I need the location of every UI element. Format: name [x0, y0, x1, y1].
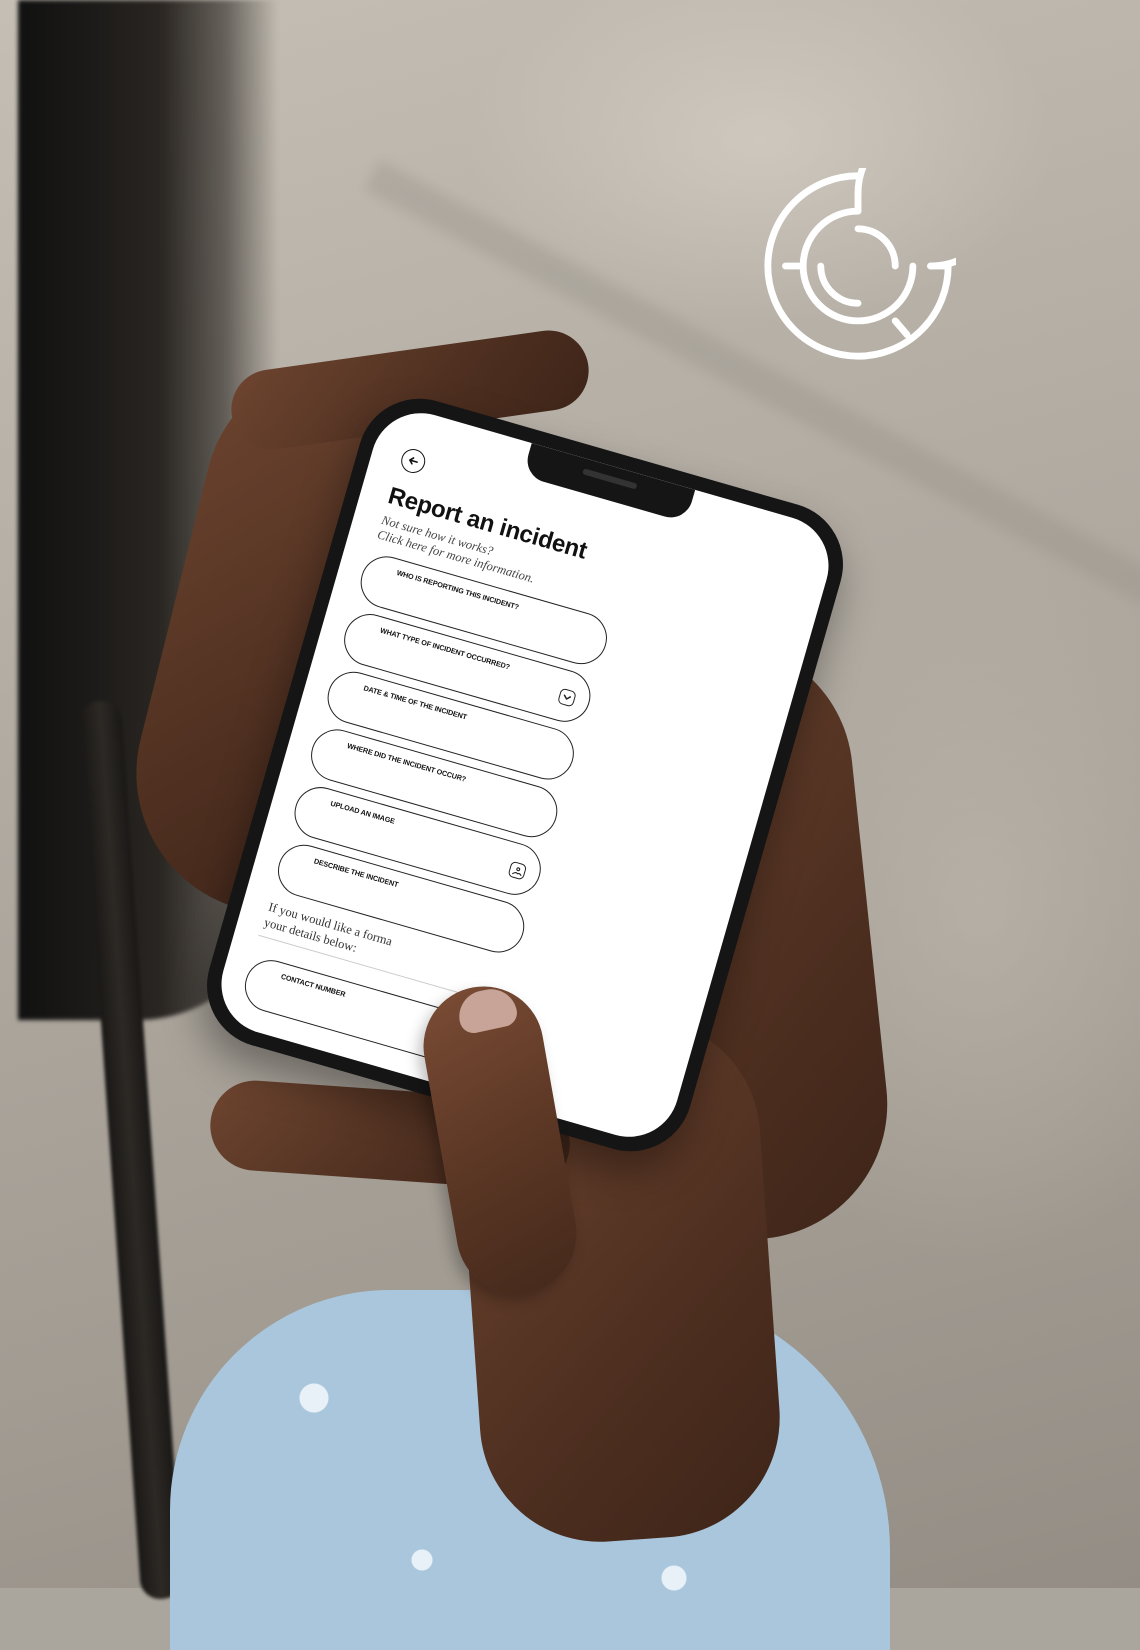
phone-speaker [582, 468, 638, 490]
field-label: UPLOAD AN IMAGE [329, 798, 396, 826]
chevron-down-icon[interactable] [557, 687, 577, 708]
image-upload-icon[interactable] [507, 860, 528, 881]
maze-logo-icon [764, 168, 956, 360]
image-upload-glyph [511, 866, 522, 876]
field-label: CONTACT NUMBER [279, 971, 347, 999]
back-arrow-glyph [409, 457, 418, 465]
chevron-down-glyph [563, 694, 572, 700]
back-arrow-icon[interactable] [398, 446, 429, 476]
field-label: DESCRIBE THE INCIDENT [312, 856, 400, 890]
